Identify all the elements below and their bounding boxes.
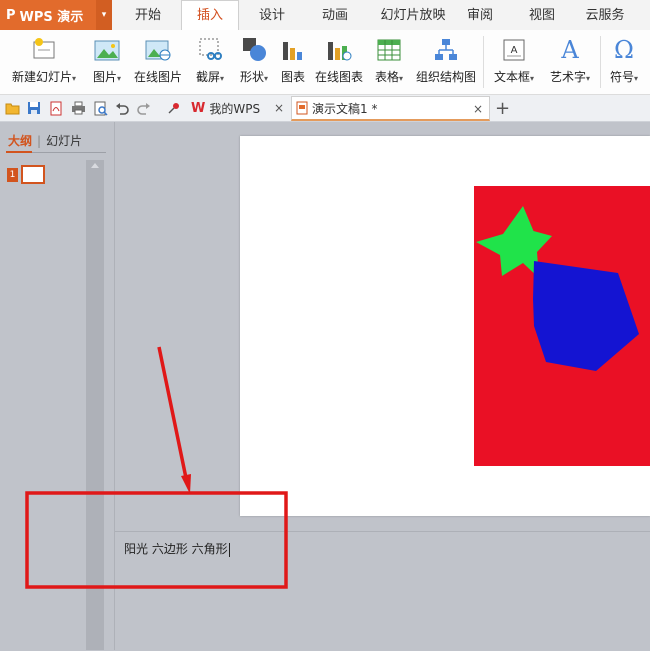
picture-button[interactable]: 图片▾ [86,34,128,90]
tab-view[interactable]: 视图 [516,0,568,30]
online-chart-icon [312,34,366,62]
doc-tab-label: 我的WPS [209,102,261,116]
slide-number: 1 [7,168,18,182]
online-chart-button[interactable]: 在线图表 [312,34,366,90]
ribbon-divider [600,36,601,88]
shapes-label: 形状 [239,70,264,84]
svg-text:Ω: Ω [614,36,634,62]
close-icon[interactable]: × [274,101,284,115]
chart-label: 图表 [280,70,305,84]
save-icon[interactable] [26,100,42,116]
panel-tabs: 大纲 | 幻灯片 [8,132,82,149]
wordart-icon: A [544,34,596,62]
tab-animation[interactable]: 动画 [305,0,365,30]
doc-tab-my-wps[interactable]: W 我的WPS × [187,96,290,121]
online-picture-icon [131,34,185,62]
tab-cloud-service[interactable]: 云服务 [578,0,632,30]
slide-shapes [476,206,639,371]
new-slide-button[interactable]: 新建幻灯片▾ [6,34,82,90]
slide-canvas[interactable] [240,136,650,516]
notes-text-line[interactable]: 阳光 六边形 六角形 [124,540,230,557]
app-menu-dropdown-icon[interactable]: ▾ [96,0,112,30]
pin-icon[interactable] [166,100,182,116]
scroll-up-icon[interactable] [91,163,99,168]
ribbon-divider [483,36,484,88]
menu-bar: P WPS 演示 ▾ 开始 插入 设计 动画 幻灯片放映 审阅 视图 云服务 [0,0,650,31]
org-chart-button[interactable]: 组织结构图 [413,34,479,90]
presentation-doc-icon [296,101,308,115]
tab-design[interactable]: 设计 [242,0,302,30]
slide-panel: 大纲 | 幻灯片 1 [0,122,115,650]
svg-text:A: A [511,45,518,56]
new-tab-icon[interactable]: + [495,98,510,119]
wps-home-icon: W [191,101,206,116]
shapes-button[interactable]: 形状▾ [233,34,275,90]
quick-access-bar: W 我的WPS × 演示文稿1 * × [0,95,650,122]
new-slide-dropdown-icon: ▾ [72,74,77,83]
wps-logo-icon: P [6,7,16,23]
app-menu-button[interactable]: P WPS 演示 [0,0,96,30]
screenshot-label: 截屏 [195,70,220,84]
notes-pane[interactable]: 阳光 六边形 六角形 [115,531,650,651]
new-slide-label: 新建幻灯片 [11,70,72,84]
pdf-icon[interactable] [48,100,64,116]
chart-icon [277,34,309,62]
symbol-dropdown-icon: ▾ [634,74,639,83]
symbol-icon: Ω [604,34,644,62]
org-chart-icon [413,34,479,62]
online-chart-label: 在线图表 [314,70,363,84]
hexagon-shape[interactable] [533,261,639,371]
online-picture-label: 在线图片 [133,70,182,84]
tab-insert[interactable]: 插入 [181,0,239,31]
org-chart-label: 组织结构图 [415,70,476,84]
symbol-button[interactable]: Ω 符号▾ [604,34,644,90]
table-icon [369,34,409,62]
redo-icon[interactable] [136,100,152,116]
ribbon-toolbar: 新建幻灯片▾ 图片▾ 在线图片 截屏▾ 形状▾ 图表 在线图表 表格▾ 组织结构… [0,30,650,95]
screenshot-dropdown-icon: ▾ [220,74,225,83]
panel-tab-separator: | [37,134,42,148]
wordart-dropdown-icon: ▾ [586,74,591,83]
textbox-dropdown-icon: ▾ [530,74,535,83]
chart-button[interactable]: 图表 [277,34,309,90]
table-button[interactable]: 表格▾ [369,34,409,90]
screenshot-button[interactable]: 截屏▾ [189,34,231,90]
tab-outline[interactable]: 大纲 [8,134,32,148]
picture-dropdown-icon: ▾ [117,74,122,83]
annotation-arrow [157,346,191,494]
textbox-button[interactable]: A 文本框▾ [488,34,540,90]
print-preview-icon[interactable] [92,100,108,116]
doc-tab-presentation[interactable]: 演示文稿1 * × [291,96,490,121]
screenshot-icon [189,34,231,62]
tab-start[interactable]: 开始 [118,0,178,30]
tab-slides[interactable]: 幻灯片 [46,134,82,148]
svg-text:A: A [560,36,579,62]
open-icon[interactable] [4,100,20,116]
picture-label: 图片 [92,70,117,84]
textbox-label: 文本框 [493,70,530,84]
doc-tab-label: 演示文稿1 * [312,101,378,116]
undo-icon[interactable] [114,100,130,116]
picture-icon [86,34,128,62]
app-name: WPS 演示 [19,9,84,25]
table-dropdown-icon: ▾ [399,74,404,83]
active-tab-underline [6,151,32,153]
wordart-button[interactable]: A 艺术字▾ [544,34,596,90]
wordart-label: 艺术字 [549,70,586,84]
print-icon[interactable] [70,100,86,116]
textbox-icon: A [488,34,540,62]
shapes-dropdown-icon: ▾ [264,74,269,83]
notes-text: 阳光 六边形 六角形 [124,542,228,556]
online-picture-button[interactable]: 在线图片 [131,34,185,90]
new-slide-icon [6,34,82,62]
symbol-label: 符号 [609,70,634,84]
close-icon[interactable]: × [473,102,483,116]
tab-review[interactable]: 审阅 [458,0,502,30]
tab-slideshow[interactable]: 幻灯片放映 [368,0,458,30]
panel-scrollbar[interactable] [86,160,104,650]
table-label: 表格 [374,70,399,84]
slide-thumbnail[interactable] [21,165,45,184]
shapes-icon [233,34,275,62]
text-cursor [228,542,230,557]
